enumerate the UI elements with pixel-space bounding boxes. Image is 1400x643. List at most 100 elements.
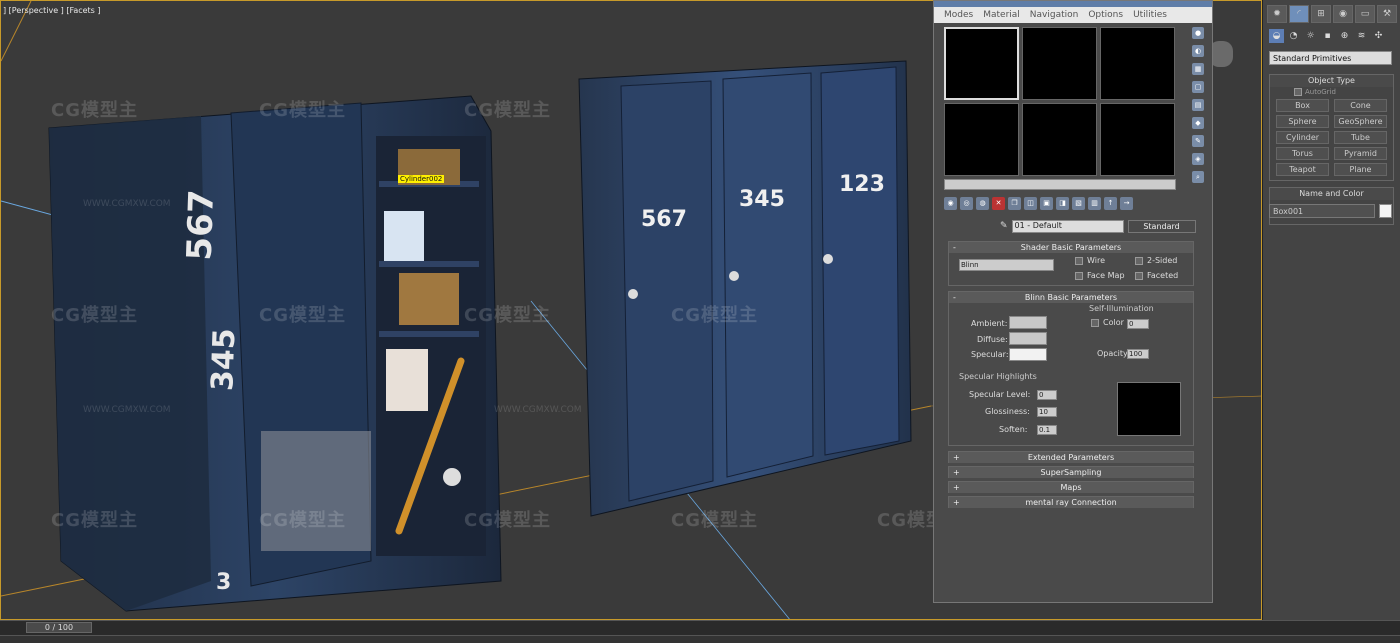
utilities-tab-icon[interactable]: ⚒ bbox=[1377, 5, 1397, 23]
watermark: CG模型主 bbox=[259, 510, 346, 531]
material-navigator-icon[interactable]: ⌕ bbox=[1192, 171, 1204, 183]
ambient-swatch[interactable] bbox=[1009, 316, 1047, 329]
track-bar[interactable] bbox=[0, 635, 1400, 643]
go-sibling-icon[interactable]: → bbox=[1120, 197, 1133, 210]
options-icon[interactable]: ✎ bbox=[1192, 135, 1204, 147]
material-slot[interactable] bbox=[1022, 103, 1097, 176]
opacity-field[interactable]: 100 bbox=[1127, 349, 1149, 359]
get-material-icon[interactable]: ◉ bbox=[944, 197, 957, 210]
self-illum-group: Self-Illumination bbox=[1089, 304, 1154, 313]
helpers-icon[interactable]: ⊕ bbox=[1337, 29, 1352, 43]
timeline: 0 / 100 bbox=[0, 620, 1400, 643]
material-slot[interactable] bbox=[944, 27, 1019, 100]
object-color-swatch[interactable] bbox=[1379, 204, 1392, 218]
locker-right: 567 345 123 bbox=[578, 60, 912, 517]
show-end-result-icon[interactable]: ▥ bbox=[1088, 197, 1101, 210]
geosphere-button[interactable]: GeoSphere bbox=[1334, 115, 1387, 128]
material-slot[interactable] bbox=[1100, 27, 1175, 100]
assign-to-selection-icon[interactable]: ◍ bbox=[976, 197, 989, 210]
viewport-label[interactable]: ] [Perspective ] [Facets ] bbox=[3, 6, 101, 15]
name-color-header[interactable]: Name and Color bbox=[1270, 188, 1393, 200]
material-slot[interactable] bbox=[1022, 27, 1097, 100]
command-panel-tabs: ✹ ◜ ⊞ ◉ ▭ ⚒ bbox=[1267, 5, 1397, 23]
menu-utilities[interactable]: Utilities bbox=[1133, 10, 1167, 20]
copy-material-icon[interactable]: ❐ bbox=[1008, 197, 1021, 210]
menu-options[interactable]: Options bbox=[1088, 10, 1123, 20]
face-map-checkbox[interactable] bbox=[1075, 272, 1083, 280]
tube-button[interactable]: Tube bbox=[1334, 131, 1387, 144]
cylinder-button[interactable]: Cylinder bbox=[1276, 131, 1329, 144]
shader-dropdown[interactable]: Blinn bbox=[959, 259, 1054, 271]
faceted-label: Faceted bbox=[1147, 271, 1179, 280]
wire-checkbox[interactable] bbox=[1075, 257, 1083, 265]
spacewarps-icon[interactable]: ≋ bbox=[1354, 29, 1369, 43]
soften-field[interactable]: 0.1 bbox=[1037, 425, 1057, 435]
primitive-category-dropdown[interactable]: Standard Primitives bbox=[1269, 51, 1392, 65]
shapes-icon[interactable]: ◔ bbox=[1286, 29, 1301, 43]
object-name-field[interactable]: Box001 bbox=[1269, 204, 1375, 218]
pyramid-button[interactable]: Pyramid bbox=[1334, 147, 1387, 160]
plane-button[interactable]: Plane bbox=[1334, 163, 1387, 176]
time-slider[interactable]: 0 / 100 bbox=[26, 622, 92, 633]
geometry-icon[interactable]: ◒ bbox=[1269, 29, 1284, 43]
self-illum-color-checkbox[interactable] bbox=[1091, 319, 1099, 327]
create-tab-icon[interactable]: ✹ bbox=[1267, 5, 1287, 23]
hierarchy-tab-icon[interactable]: ⊞ bbox=[1311, 5, 1331, 23]
teapot-button[interactable]: Teapot bbox=[1276, 163, 1329, 176]
video-color-icon[interactable]: ▤ bbox=[1192, 99, 1204, 111]
rollout-supersampling[interactable]: + SuperSampling bbox=[948, 466, 1194, 478]
spec-level-label: Specular Level: bbox=[969, 390, 1031, 399]
box-button[interactable]: Box bbox=[1276, 99, 1329, 112]
blinn-rollout-header[interactable]: - Blinn Basic Parameters bbox=[949, 292, 1193, 303]
motion-tab-icon[interactable]: ◉ bbox=[1333, 5, 1353, 23]
systems-icon[interactable]: ✣ bbox=[1371, 29, 1386, 43]
reset-map-icon[interactable]: ✕ bbox=[992, 197, 1005, 210]
spec-level-field[interactable]: 0 bbox=[1037, 390, 1057, 400]
locker-number-123-right: 123 bbox=[839, 172, 885, 197]
rollout-maps[interactable]: + Maps bbox=[948, 481, 1194, 493]
uv-tiling-icon[interactable]: ▢ bbox=[1192, 81, 1204, 93]
make-preview-icon[interactable]: ◆ bbox=[1192, 117, 1204, 129]
material-name-row: ✎ 01 - Default Standard bbox=[1000, 219, 1200, 233]
cone-button[interactable]: Cone bbox=[1334, 99, 1387, 112]
material-name-field[interactable]: 01 - Default bbox=[1011, 219, 1124, 233]
specular-swatch[interactable] bbox=[1009, 348, 1047, 361]
show-map-icon[interactable]: ▧ bbox=[1072, 197, 1085, 210]
put-to-library-icon[interactable]: ▣ bbox=[1040, 197, 1053, 210]
rollout-mental-ray[interactable]: + mental ray Connection bbox=[948, 496, 1194, 508]
menu-modes[interactable]: Modes bbox=[944, 10, 973, 20]
menu-material[interactable]: Material bbox=[983, 10, 1020, 20]
self-illum-value[interactable]: 0 bbox=[1127, 319, 1149, 329]
material-slot[interactable] bbox=[944, 103, 1019, 176]
shader-basic-rollout: - Shader Basic Parameters Blinn Wire 2-Si… bbox=[948, 241, 1194, 286]
sphere-button[interactable]: Sphere bbox=[1276, 115, 1329, 128]
select-by-material-icon[interactable]: ◈ bbox=[1192, 153, 1204, 165]
sample-type-icon[interactable]: ● bbox=[1192, 27, 1204, 39]
put-to-scene-icon[interactable]: ◎ bbox=[960, 197, 973, 210]
torus-button[interactable]: Torus bbox=[1276, 147, 1329, 160]
background-icon[interactable]: ▦ bbox=[1192, 63, 1204, 75]
glossiness-field[interactable]: 10 bbox=[1037, 407, 1057, 417]
material-slot[interactable] bbox=[1100, 103, 1175, 176]
cameras-icon[interactable]: ▪ bbox=[1320, 29, 1335, 43]
material-id-icon[interactable]: ◨ bbox=[1056, 197, 1069, 210]
rollout-extended[interactable]: + Extended Parameters bbox=[948, 451, 1194, 463]
menu-navigation[interactable]: Navigation bbox=[1030, 10, 1079, 20]
material-type-button[interactable]: Standard bbox=[1127, 219, 1196, 233]
faceted-checkbox[interactable] bbox=[1135, 272, 1143, 280]
two-sided-checkbox[interactable] bbox=[1135, 257, 1143, 265]
backlight-icon[interactable]: ◐ bbox=[1192, 45, 1204, 57]
lights-icon[interactable]: ☼ bbox=[1303, 29, 1318, 43]
make-unique-icon[interactable]: ◫ bbox=[1024, 197, 1037, 210]
eyedropper-icon[interactable]: ✎ bbox=[1000, 221, 1008, 231]
modify-tab-icon[interactable]: ◜ bbox=[1289, 5, 1309, 23]
material-editor-window[interactable]: Modes Material Navigation Options Utilit… bbox=[933, 0, 1213, 603]
go-parent-icon[interactable]: ↑ bbox=[1104, 197, 1117, 210]
shader-rollout-header[interactable]: - Shader Basic Parameters bbox=[949, 242, 1193, 253]
autogrid-checkbox[interactable] bbox=[1294, 88, 1302, 96]
display-tab-icon[interactable]: ▭ bbox=[1355, 5, 1375, 23]
watermark: CG模型主 bbox=[259, 100, 346, 121]
object-type-header[interactable]: Object Type bbox=[1270, 75, 1393, 87]
diffuse-swatch[interactable] bbox=[1009, 332, 1047, 345]
slot-scrollbar[interactable] bbox=[944, 179, 1176, 190]
